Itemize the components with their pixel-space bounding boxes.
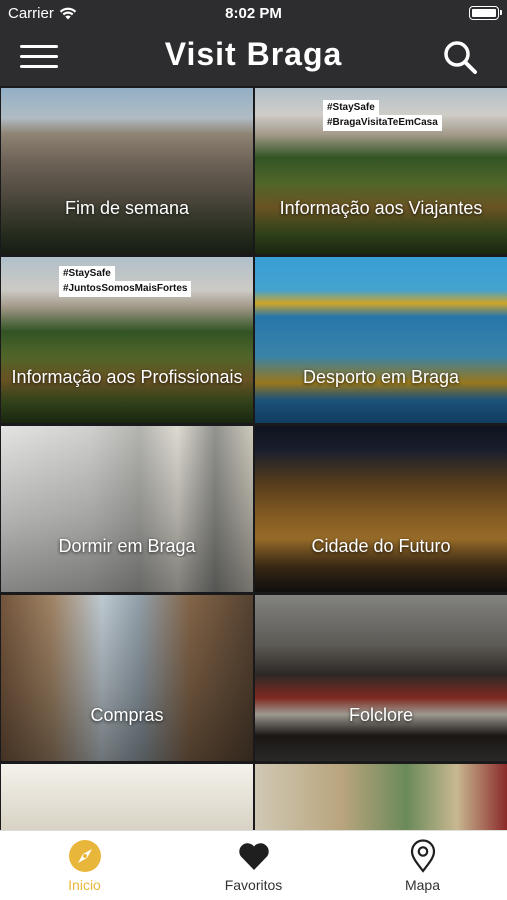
tab-favoritos[interactable]: Favoritos	[169, 831, 338, 900]
app-logo: Visit Braga	[164, 36, 343, 72]
heart-icon	[238, 843, 269, 870]
app-header: Visit Braga	[0, 28, 507, 86]
search-icon[interactable]	[441, 38, 479, 76]
tab-inicio[interactable]: Inicio	[0, 831, 169, 900]
tab-label: Inicio	[68, 877, 101, 893]
tab-bar: Inicio Favoritos Mapa	[0, 830, 507, 900]
tab-label: Mapa	[404, 877, 441, 893]
tile-partial[interactable]	[1, 764, 253, 830]
tab-mapa[interactable]: Mapa	[338, 831, 507, 900]
hashtag-badge: #StaySafe	[59, 266, 115, 282]
hashtag-badge: #JuntosSomosMaisFortes	[59, 281, 192, 297]
tile-label: Folclore	[348, 705, 414, 725]
tile-compras[interactable]: Compras	[1, 595, 253, 761]
tile-desporto[interactable]: Desporto em Braga	[255, 257, 507, 423]
tile-label: Fim de semana	[64, 198, 190, 218]
hashtag-badge: #StaySafe	[323, 100, 379, 116]
tile-fim-de-semana[interactable]: Fim de semana	[1, 88, 253, 254]
map-pin-icon	[410, 839, 435, 873]
tile-label: Desporto em Braga	[302, 367, 460, 387]
battery-icon	[469, 6, 502, 20]
status-time: 8:02 PM	[225, 5, 282, 22]
tab-label: Favoritos	[224, 877, 283, 893]
tile-informacao-viajantes[interactable]: #StaySafe #BragaVisitaTeEmCasa Informaçã…	[255, 88, 507, 254]
tile-label: Informação aos Profissionais	[11, 367, 243, 387]
tile-image	[255, 764, 507, 830]
tile-label: Dormir em Braga	[58, 536, 196, 556]
tile-informacao-profissionais[interactable]: #StaySafe #JuntosSomosMaisFortes Informa…	[1, 257, 253, 423]
status-bar: Carrier 8:02 PM	[0, 0, 507, 28]
tile-image	[1, 764, 253, 830]
tile-cidade-futuro[interactable]: Cidade do Futuro	[255, 426, 507, 592]
hashtag-badge: #BragaVisitaTeEmCasa	[323, 115, 442, 131]
category-grid: Fim de semana #StaySafe #BragaVisitaTeEm…	[0, 86, 507, 830]
compass-icon	[68, 840, 101, 872]
tile-label: Compras	[90, 705, 164, 725]
tile-folclore[interactable]: Folclore	[255, 595, 507, 761]
tile-dormir[interactable]: Dormir em Braga	[1, 426, 253, 592]
tile-partial[interactable]	[255, 764, 507, 830]
tile-label: Informação aos Viajantes	[279, 198, 483, 218]
tile-label: Cidade do Futuro	[311, 536, 451, 556]
